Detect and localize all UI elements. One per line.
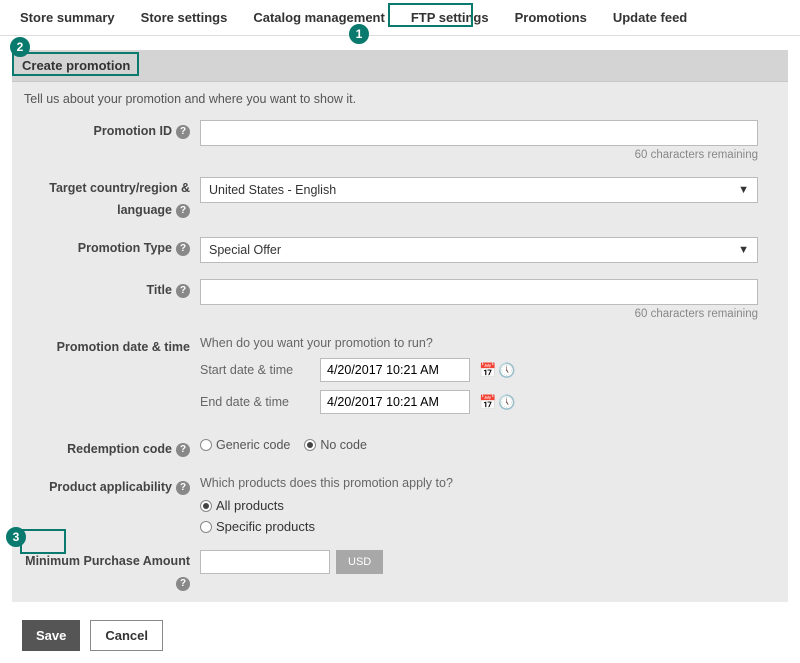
chevron-down-icon: ▼ bbox=[738, 184, 749, 196]
radio-all-products[interactable]: All products bbox=[200, 498, 758, 513]
radio-icon bbox=[304, 439, 316, 451]
min-purchase-input[interactable] bbox=[200, 550, 330, 574]
help-icon[interactable]: ? bbox=[176, 577, 190, 591]
redemption-label: Redemption code? bbox=[24, 438, 200, 460]
tab-update-feed[interactable]: Update feed bbox=[611, 2, 689, 33]
tab-promotions[interactable]: Promotions bbox=[513, 2, 589, 33]
promo-type-select[interactable]: Special Offer ▼ bbox=[200, 237, 758, 263]
help-icon[interactable]: ? bbox=[176, 125, 190, 139]
calendar-icon[interactable]: 📅 bbox=[480, 394, 496, 410]
tabs-bar: Store summary Store settings Catalog man… bbox=[0, 0, 800, 36]
target-select[interactable]: United States - English ▼ bbox=[200, 177, 758, 203]
radio-icon bbox=[200, 500, 212, 512]
promotion-id-input[interactable] bbox=[200, 120, 758, 146]
applicability-desc: Which products does this promotion apply… bbox=[200, 476, 758, 490]
promotion-id-hint: 60 characters remaining bbox=[200, 149, 758, 161]
create-promotion-panel: Create promotion Tell us about your prom… bbox=[12, 50, 788, 602]
tab-store-settings[interactable]: Store settings bbox=[139, 2, 230, 33]
clock-icon[interactable]: 🕔 bbox=[499, 362, 515, 378]
tab-ftp-settings[interactable]: FTP settings bbox=[409, 2, 491, 33]
chevron-down-icon: ▼ bbox=[738, 244, 749, 256]
promotion-id-label: Promotion ID? bbox=[24, 120, 200, 142]
title-hint: 60 characters remaining bbox=[200, 308, 758, 320]
start-date-label: Start date & time bbox=[200, 363, 310, 377]
currency-button[interactable]: USD bbox=[336, 550, 383, 574]
promo-type-value: Special Offer bbox=[209, 243, 281, 257]
callout-3: 3 bbox=[6, 527, 26, 547]
radio-icon bbox=[200, 521, 212, 533]
target-select-value: United States - English bbox=[209, 183, 336, 197]
applicability-label: Product applicability? bbox=[24, 476, 200, 498]
radio-no-code[interactable]: No code bbox=[304, 438, 367, 452]
action-bar: Save Cancel bbox=[0, 612, 800, 663]
radio-specific-products[interactable]: Specific products bbox=[200, 519, 758, 534]
cancel-button[interactable]: Cancel bbox=[90, 620, 163, 651]
target-label: Target country/region & language? bbox=[24, 177, 200, 221]
radio-generic-code[interactable]: Generic code bbox=[200, 438, 290, 452]
panel-title: Create promotion bbox=[12, 50, 788, 82]
start-date-input[interactable] bbox=[320, 358, 470, 382]
panel-tagline: Tell us about your promotion and where y… bbox=[12, 82, 788, 112]
help-icon[interactable]: ? bbox=[176, 481, 190, 495]
help-icon[interactable]: ? bbox=[176, 204, 190, 218]
end-date-label: End date & time bbox=[200, 395, 310, 409]
save-button[interactable]: Save bbox=[22, 620, 80, 651]
clock-icon[interactable]: 🕔 bbox=[499, 394, 515, 410]
title-input[interactable] bbox=[200, 279, 758, 305]
callout-2: 2 bbox=[10, 37, 30, 57]
help-icon[interactable]: ? bbox=[176, 284, 190, 298]
help-icon[interactable]: ? bbox=[176, 242, 190, 256]
radio-icon bbox=[200, 439, 212, 451]
min-purchase-label: Minimum Purchase Amount? bbox=[24, 550, 200, 594]
promo-type-label: Promotion Type? bbox=[24, 237, 200, 259]
calendar-icon[interactable]: 📅 bbox=[480, 362, 496, 378]
callout-1: 1 bbox=[349, 24, 369, 44]
promo-date-desc: When do you want your promotion to run? bbox=[200, 336, 758, 350]
promo-date-label: Promotion date & time bbox=[24, 336, 200, 358]
end-date-input[interactable] bbox=[320, 390, 470, 414]
title-label: Title? bbox=[24, 279, 200, 301]
tab-store-summary[interactable]: Store summary bbox=[18, 2, 117, 33]
help-icon[interactable]: ? bbox=[176, 443, 190, 457]
